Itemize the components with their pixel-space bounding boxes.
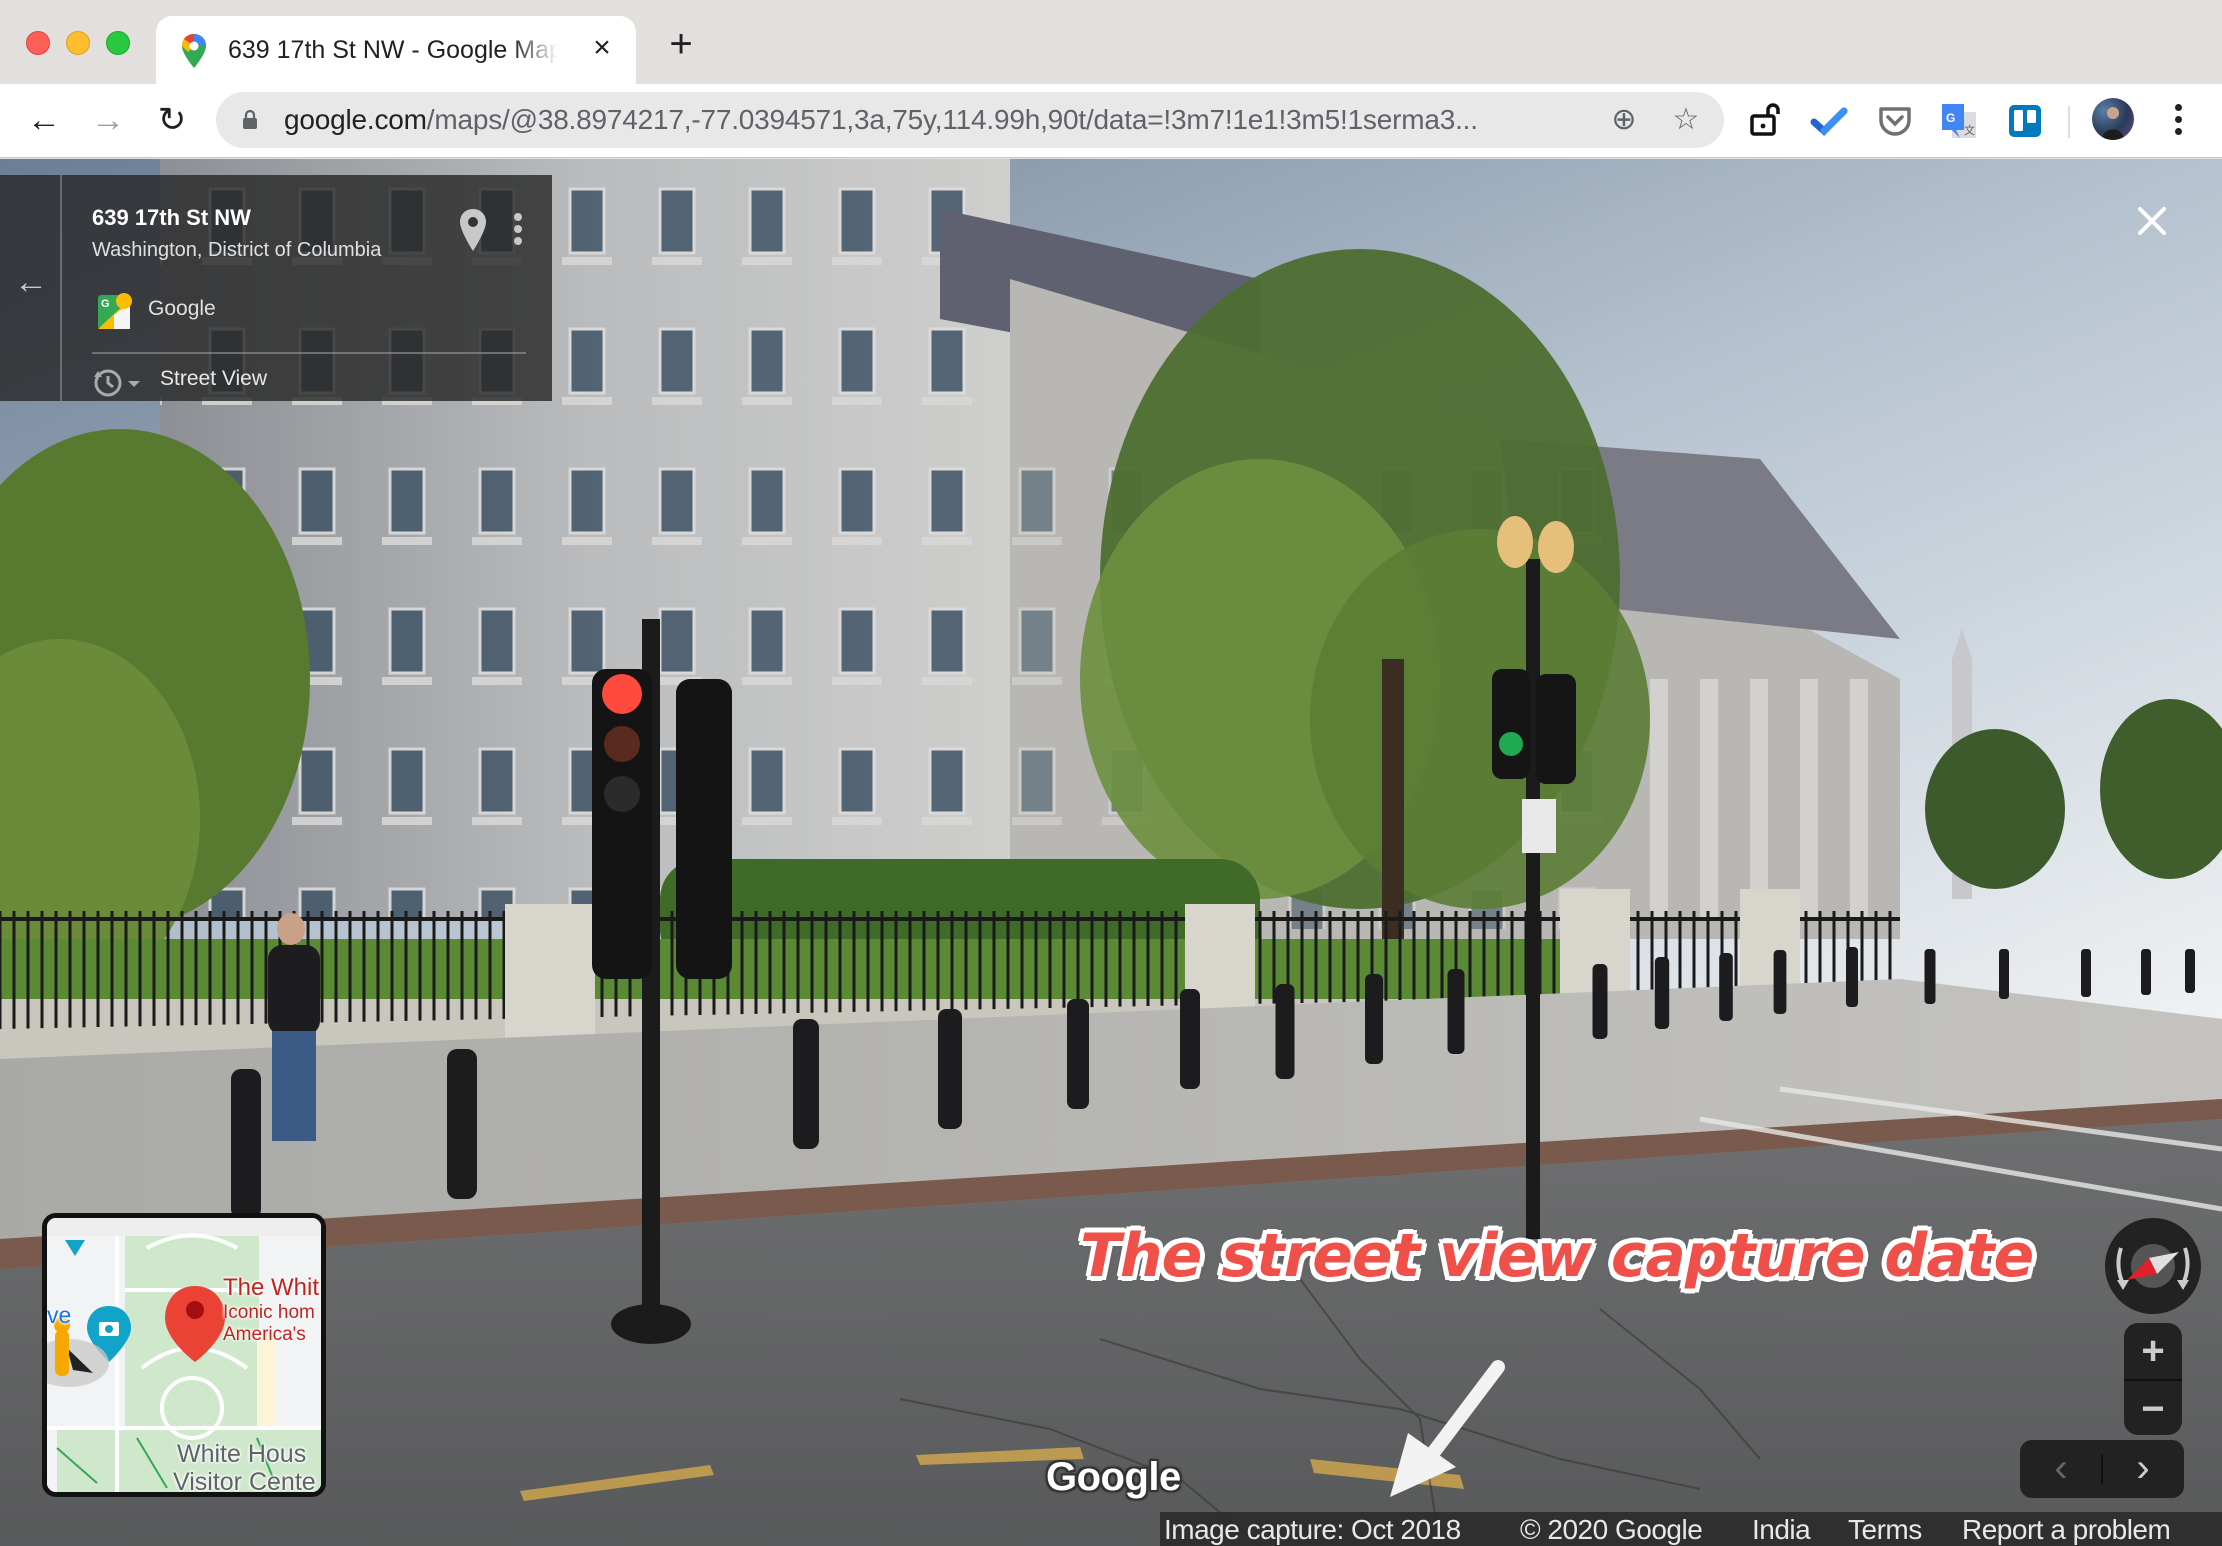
star-icon[interactable]: ☆	[1668, 102, 1704, 138]
todo-check-icon[interactable]	[1810, 102, 1848, 140]
kebab-menu-icon[interactable]	[2166, 98, 2190, 142]
bollard	[1999, 949, 2009, 999]
svg-text:文: 文	[1964, 123, 1975, 137]
lock-icon[interactable]	[242, 109, 258, 129]
bollard	[1365, 974, 1383, 1064]
toolbar-divider	[2068, 106, 2070, 138]
avatar[interactable]	[2092, 98, 2134, 140]
bollard	[2081, 949, 2091, 997]
bollard	[1924, 949, 1936, 1004]
window-maximize-button[interactable]	[106, 31, 130, 55]
location-info-card: ← 639 17th St NW Washington, District of…	[0, 175, 552, 401]
minimap[interactable]: The Whit Iconic hom America's ve White H…	[42, 1213, 326, 1497]
google-translate-icon[interactable]: G 文	[1940, 102, 1978, 140]
window-close-button[interactable]	[26, 31, 50, 55]
google-watermark: Google	[1046, 1455, 1181, 1499]
annotation-label: The street view capture date	[1080, 1221, 2034, 1291]
tab-close-icon[interactable]: ×	[586, 32, 618, 64]
compass-icon	[2116, 1244, 2190, 1290]
bollard	[938, 1009, 962, 1129]
zoom-in-button[interactable]: +	[2124, 1323, 2182, 1379]
bollard	[231, 1069, 261, 1219]
bollard	[1275, 984, 1295, 1079]
copyright-text: © 2020 Google	[1520, 1514, 1703, 1545]
google-maps-favicon-icon	[182, 34, 206, 68]
window-minimize-button[interactable]	[66, 31, 90, 55]
browser-tab-active[interactable]: 639 17th St NW - Google Maps ×	[156, 16, 636, 84]
new-tab-button[interactable]: +	[664, 24, 698, 64]
region-link[interactable]: India	[1752, 1514, 1811, 1546]
zoom-control: + −	[2124, 1323, 2182, 1435]
reload-icon[interactable]: ↻	[150, 98, 194, 142]
bollard	[1773, 950, 1787, 1014]
url-text[interactable]: google.com/maps/@38.8974217,-77.0394571,…	[284, 104, 1478, 136]
street-view-provider-icon: G	[98, 293, 132, 329]
bollard	[447, 1049, 477, 1199]
browser-titlebar: 639 17th St NW - Google Maps × +	[0, 0, 2222, 84]
minimap-place-subtitle: Iconic hom	[223, 1302, 315, 1323]
address-subtitle: Washington, District of Columbia	[92, 239, 382, 261]
svg-text:G: G	[101, 298, 110, 310]
terms-link[interactable]: Terms	[1848, 1514, 1922, 1546]
minimap-place-title[interactable]: The Whit	[223, 1274, 319, 1302]
map-pin-icon[interactable]	[460, 209, 486, 251]
tab-title: 639 17th St NW - Google Maps	[228, 36, 558, 64]
zoom-out-button[interactable]: −	[2124, 1379, 2182, 1435]
minimap-place-subtitle-2: America's	[223, 1324, 306, 1345]
card-divider	[92, 352, 526, 354]
close-street-view-icon[interactable]	[2132, 201, 2172, 241]
profile-photo-icon	[2102, 107, 2124, 140]
forward-arrow-icon[interactable]: →	[86, 98, 130, 142]
svg-text:G: G	[1946, 111, 1955, 125]
address-bar[interactable]: google.com/maps/@38.8974217,-77.0394571,…	[216, 92, 1724, 148]
bollard	[1447, 969, 1465, 1054]
minimap-left-label: ve	[47, 1302, 72, 1328]
unlock-icon[interactable]	[1746, 102, 1784, 140]
bollard	[1180, 989, 1200, 1089]
street-view-label: Street View	[160, 367, 267, 390]
plus-circle-icon[interactable]: ⊕	[1606, 102, 1642, 138]
next-image-button[interactable]: ›	[2102, 1440, 2184, 1498]
browser-toolbar: ← → ↻ google.com/maps/@38.8974217,-77.03…	[0, 84, 2222, 158]
image-capture-date: Image capture: Oct 2018	[1164, 1514, 1461, 1545]
image-pager: ‹ ›	[2020, 1440, 2184, 1498]
bollard	[1719, 953, 1733, 1021]
trello-icon[interactable]	[2006, 102, 2044, 140]
more-vertical-icon[interactable]	[508, 211, 528, 247]
bollard	[1846, 947, 1858, 1007]
back-arrow-icon[interactable]: ←	[22, 98, 66, 142]
bollard	[2141, 949, 2151, 995]
attribution-bar: Image capture: Oct 2018 © 2020 Google In…	[1160, 1512, 2222, 1546]
minimap-area-label-2: Visitor Cente	[173, 1468, 316, 1496]
pocket-icon[interactable]	[1876, 102, 1914, 140]
bollard	[1592, 964, 1608, 1039]
previous-image-button[interactable]: ‹	[2020, 1440, 2102, 1498]
bollard	[1067, 999, 1089, 1109]
report-problem-link[interactable]: Report a problem	[1962, 1514, 2171, 1546]
back-button[interactable]: ←	[0, 175, 62, 401]
time-history-icon[interactable]	[92, 365, 146, 399]
street-view-panorama[interactable]: ← 639 17th St NW Washington, District of…	[0, 159, 2222, 1546]
minimap-area-label: White Hous	[177, 1440, 307, 1468]
arrow-left-icon: ←	[14, 263, 48, 301]
address-title: 639 17th St NW	[92, 205, 251, 230]
bollard	[2185, 949, 2195, 993]
image-provider: Google	[148, 297, 216, 320]
bollard	[793, 1019, 819, 1149]
bollard	[1654, 957, 1670, 1029]
compass-button[interactable]	[2105, 1218, 2201, 1314]
annotation-arrow-icon	[1390, 1360, 1505, 1497]
